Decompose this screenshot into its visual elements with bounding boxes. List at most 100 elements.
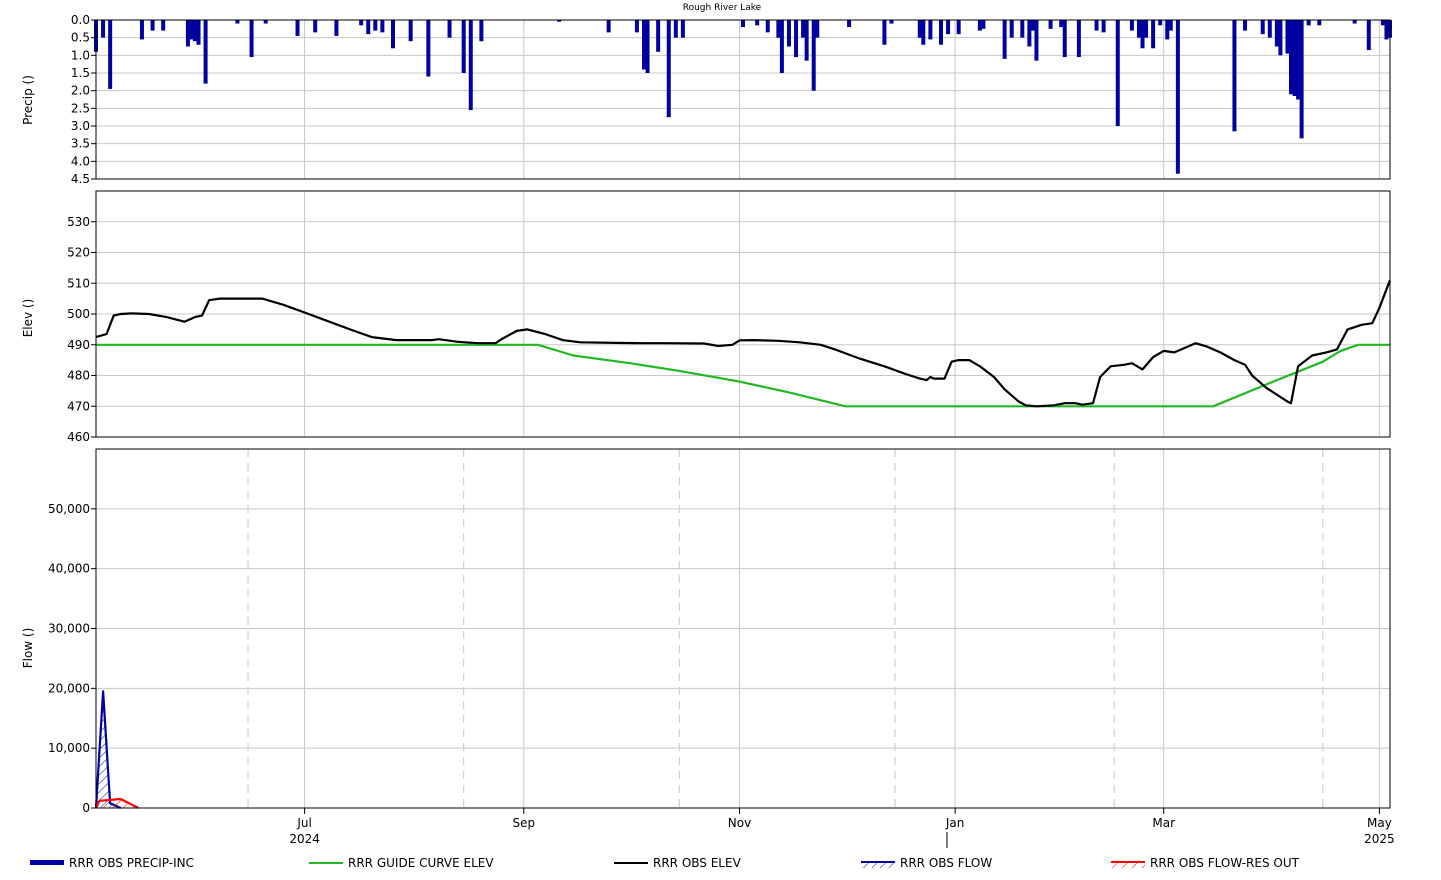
precip-bar — [1260, 20, 1265, 35]
precip-bar — [1274, 20, 1279, 47]
series-line — [95, 279, 1392, 408]
flow-y-tick-label: 40,000 — [48, 562, 90, 576]
precip-bar — [981, 20, 986, 29]
precip-bar — [1299, 20, 1304, 139]
flow-grid — [96, 449, 1390, 809]
precip-bar — [656, 20, 661, 52]
precip-panel: 0.0 0.5 1.0 1.5 2.0 2.5 3.0 3.5 4.0 4.5 Precip () — [21, 13, 1392, 186]
elev-y-tick-label: 510 — [67, 276, 90, 290]
precip-bar — [1285, 20, 1290, 54]
elev-y-tick-label: 530 — [67, 215, 90, 229]
precip-bar — [313, 20, 318, 33]
precip-bar — [1144, 20, 1149, 38]
precip-bar — [680, 20, 685, 38]
x-tick-label: Jan — [945, 816, 965, 830]
precip-bar — [249, 20, 254, 58]
precip-bar — [741, 20, 745, 28]
precip-bar — [150, 20, 155, 31]
precip-bar — [203, 20, 208, 84]
x-tick-label: Jul — [296, 816, 311, 830]
precip-bar — [1278, 20, 1283, 56]
elev-y-tick-label: 500 — [67, 307, 90, 321]
precip-bar — [1380, 20, 1385, 26]
precip-bar — [882, 20, 887, 45]
chart-title: Rough River Lake — [683, 3, 762, 13]
legend-label: RRR OBS FLOW-RES OUT — [1150, 856, 1300, 870]
precip-bar — [366, 20, 371, 35]
elev-grid — [96, 191, 1390, 438]
precip-bar — [1048, 20, 1053, 29]
flow-y-tick-label: 0 — [82, 801, 90, 815]
precip-bar — [956, 20, 961, 35]
elev-y-tick-label: 520 — [67, 246, 90, 260]
precip-bar — [779, 20, 784, 73]
precip-bar — [185, 20, 190, 47]
x-tick-label: Sep — [512, 816, 535, 830]
precip-bar — [928, 20, 933, 40]
precip-bar — [666, 20, 671, 118]
precip-bar — [1168, 20, 1173, 31]
precip-y-tick-label: 2.5 — [71, 101, 90, 115]
precip-bar — [1175, 20, 1180, 174]
precip-y-tick-label: 0.0 — [71, 13, 90, 27]
precip-bar — [1020, 20, 1025, 38]
precip-bar — [794, 20, 799, 58]
elev-y-tick-label: 480 — [67, 369, 90, 383]
precip-bar — [1267, 20, 1272, 38]
precip-y-tick-label: 4.0 — [71, 154, 90, 168]
flow-y-label: Flow () — [21, 628, 35, 669]
precip-bar — [426, 20, 431, 77]
precip-bar — [1296, 20, 1301, 100]
precip-bar — [1062, 20, 1067, 58]
precip-bar — [1002, 20, 1007, 59]
precip-bar — [847, 20, 852, 28]
precip-bar — [815, 20, 820, 38]
precip-bar — [1317, 20, 1322, 26]
precip-bar — [196, 20, 201, 45]
flow-y-tick-label: 10,000 — [48, 741, 90, 755]
flow-y-tick-label: 30,000 — [48, 622, 90, 636]
precip-bar — [1030, 20, 1035, 31]
precip-y-ticks: 0.0 0.5 1.0 1.5 2.0 2.5 3.0 3.5 4.0 4.5 — [71, 13, 96, 186]
precip-bar — [977, 20, 982, 31]
flow-lines — [94, 690, 139, 810]
precip-bar — [1366, 20, 1371, 51]
precip-bar — [1101, 20, 1106, 33]
precip-bar — [645, 20, 650, 73]
precip-bar — [1384, 20, 1389, 40]
precip-bar — [1027, 20, 1032, 47]
precip-bar — [108, 20, 113, 89]
precip-plot-area — [96, 20, 1390, 179]
precip-bar — [461, 20, 466, 73]
precip-bar — [359, 20, 364, 26]
precip-bar — [1292, 20, 1297, 96]
legend-swatch — [30, 860, 64, 865]
precip-bar — [192, 20, 197, 42]
precip-bar — [1232, 20, 1237, 132]
precip-bar — [804, 20, 809, 61]
precip-bar — [1243, 20, 1248, 31]
x-axis: Jul 2024 Sep Nov Jan Mar May 2025 — [289, 808, 1395, 846]
precip-bar — [673, 20, 678, 38]
precip-bar — [1165, 20, 1170, 40]
flow-panel: 0 10,000 20,000 30,000 40,000 50,000 Flow () — [21, 448, 1391, 815]
precip-bar — [921, 20, 926, 45]
elev-lines — [95, 279, 1392, 408]
precip-bar — [235, 20, 240, 24]
precip-y-label: Precip () — [21, 75, 35, 125]
precip-bar — [606, 20, 611, 33]
precip-bar — [1009, 20, 1014, 38]
elev-y-label: Elev () — [21, 299, 35, 338]
precip-y-tick-label: 1.5 — [71, 66, 90, 80]
chart-canvas: Rough River Lake 0.0 0.5 1.0 1.5 2.0 2.5 3.0 3.… — [21, 3, 1395, 870]
elev-y-ticks: 460 470 480 490 500 510 520 530 — [67, 215, 96, 444]
precip-bar — [1094, 20, 1099, 31]
flow-y-ticks: 0 10,000 20,000 30,000 40,000 50,000 — [48, 502, 96, 815]
precip-bar — [811, 20, 816, 91]
precip-y-tick-label: 1.0 — [71, 48, 90, 62]
precip-bar — [642, 20, 647, 70]
precip-y-tick-label: 2.0 — [71, 84, 90, 98]
legend-label: RRR OBS ELEV — [653, 856, 742, 870]
precip-bar — [938, 20, 943, 45]
precip-bar — [1059, 20, 1064, 28]
